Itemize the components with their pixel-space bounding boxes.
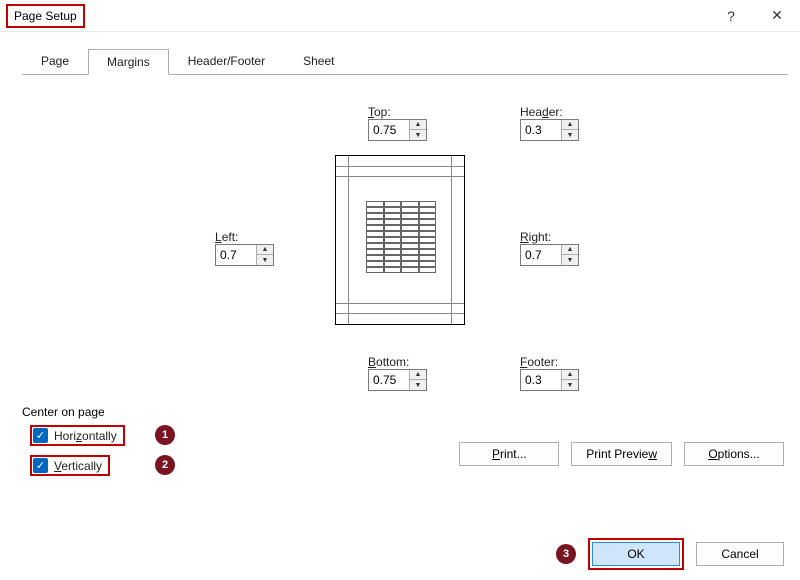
preview-table-icon [366,201,436,273]
right-input[interactable] [521,245,561,265]
spin-up-icon[interactable]: ▲ [410,120,426,130]
spin-down-icon[interactable]: ▼ [562,255,578,265]
spin-up-icon[interactable]: ▲ [410,370,426,380]
horizontally-checkbox[interactable]: ✓ Horizontally [30,425,125,446]
tab-content: Top: ▲▼ Header: ▲▼ Left: ▲▼ Right: ▲▼ Bo… [0,75,800,505]
close-button[interactable]: ✕ [754,0,800,32]
tab-strip: Page Margins Header/Footer Sheet [22,48,800,74]
top-spinner[interactable]: ▲▼ [368,119,427,141]
right-spinner[interactable]: ▲▼ [520,244,579,266]
vertically-checkbox[interactable]: ✓ Vertically [30,455,110,476]
checkmark-icon: ✓ [33,428,48,443]
spin-up-icon[interactable]: ▲ [562,245,578,255]
tab-sheet[interactable]: Sheet [284,48,353,74]
cancel-button[interactable]: Cancel [696,542,784,566]
titlebar: Page Setup ? ✕ [0,0,800,32]
header-label: Header: [520,105,579,119]
header-input[interactable] [521,120,561,140]
tab-header-footer[interactable]: Header/Footer [169,48,284,74]
bottom-label: Bottom: [368,355,427,369]
header-spinner[interactable]: ▲▼ [520,119,579,141]
annotation-badge-2: 2 [155,455,175,475]
left-spinner[interactable]: ▲▼ [215,244,274,266]
help-button[interactable]: ? [708,0,754,32]
footer-spinner[interactable]: ▲▼ [520,369,579,391]
footer-input[interactable] [521,370,561,390]
bottom-input[interactable] [369,370,409,390]
ok-button[interactable]: OK [592,542,680,566]
spin-up-icon[interactable]: ▲ [562,120,578,130]
top-label: Top: [368,105,427,119]
spin-down-icon[interactable]: ▼ [562,130,578,140]
spin-up-icon[interactable]: ▲ [562,370,578,380]
print-preview-button[interactable]: Print Preview [571,442,672,466]
checkmark-icon: ✓ [33,458,48,473]
options-button[interactable]: Options... [684,442,784,466]
spin-down-icon[interactable]: ▼ [410,380,426,390]
page-preview [335,155,465,325]
spin-down-icon[interactable]: ▼ [410,130,426,140]
bottom-spinner[interactable]: ▲▼ [368,369,427,391]
window-title: Page Setup [6,4,85,28]
tab-margins[interactable]: Margins [88,49,169,75]
spin-down-icon[interactable]: ▼ [562,380,578,390]
dialog-footer: 3 OK Cancel [556,538,784,570]
footer-label: Footer: [520,355,579,369]
left-input[interactable] [216,245,256,265]
dialog-button-row: Print... Print Preview Options... [459,442,784,466]
annotation-badge-1: 1 [155,425,175,445]
print-button[interactable]: Print... [459,442,559,466]
spin-down-icon[interactable]: ▼ [257,255,273,265]
center-on-page-label: Center on page [22,405,105,419]
annotation-badge-3: 3 [556,544,576,564]
right-label: Right: [520,230,579,244]
top-input[interactable] [369,120,409,140]
left-label: Left: [215,230,274,244]
spin-up-icon[interactable]: ▲ [257,245,273,255]
tab-page[interactable]: Page [22,48,88,74]
